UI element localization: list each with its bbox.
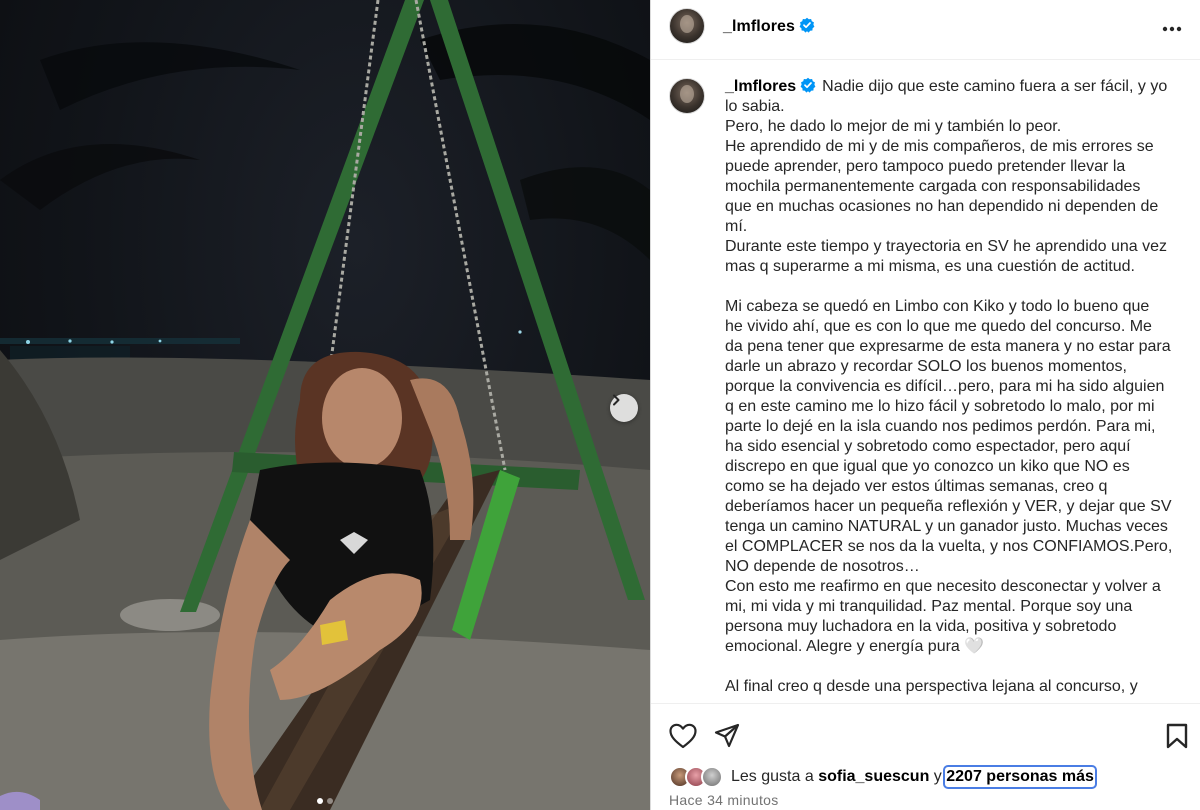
likes-summary: Les gusta a sofia_suescun y 2207 persona… [669, 765, 1097, 789]
post-media[interactable] [0, 0, 650, 810]
carousel-indicator [0, 798, 650, 804]
likes-prefix: Les gusta a [731, 768, 814, 785]
post-timestamp[interactable]: Hace 34 minutos [669, 792, 779, 808]
chevron-right-icon [613, 394, 620, 406]
caption-author-avatar[interactable] [669, 78, 705, 114]
liker-avatars[interactable] [669, 766, 723, 788]
comments-scroll-area[interactable]: _lmflores Nadie dijo que este camino fue… [651, 61, 1200, 703]
post-photo [0, 0, 650, 810]
liker-username[interactable]: sofia_suescun [818, 768, 929, 786]
post-header: _lmflores [651, 0, 1200, 60]
verified-badge-icon [799, 17, 815, 33]
post-details-panel: _lmflores _lmflores Nadie dijo que este … [650, 0, 1200, 810]
more-options-icon [1162, 26, 1182, 32]
caption-text: Nadie dijo que este camino fuera a ser f… [725, 78, 1173, 695]
author-username-row[interactable]: _lmflores [723, 17, 815, 36]
verified-badge-icon [800, 77, 816, 93]
post-actions: Les gusta a sofia_suescun y 2207 persona… [651, 703, 1200, 810]
author-avatar[interactable] [669, 8, 705, 44]
save-button[interactable] [1161, 720, 1193, 752]
heart-icon [669, 723, 697, 749]
bookmark-icon [1166, 723, 1188, 749]
carousel-next-button[interactable] [610, 394, 638, 422]
liker-avatar [701, 766, 723, 788]
caption: _lmflores Nadie dijo que este camino fue… [725, 77, 1177, 697]
carousel-dot [327, 798, 333, 804]
carousel-dot-active [317, 798, 323, 804]
caption-username[interactable]: _lmflores [725, 78, 796, 95]
author-username[interactable]: _lmflores [723, 18, 795, 35]
likes-count-link[interactable]: 2207 personas más [943, 765, 1097, 789]
like-button[interactable] [667, 720, 699, 752]
more-options-button[interactable] [1159, 16, 1185, 42]
likes-connector: y [933, 768, 942, 785]
paper-plane-icon [714, 723, 740, 748]
share-button[interactable] [711, 720, 743, 752]
